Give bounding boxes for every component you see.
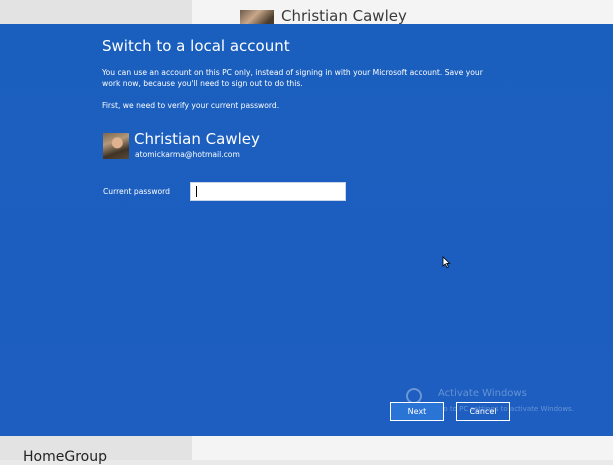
- watermark-title: Activate Windows: [438, 388, 527, 399]
- user-email: atomickarma@hotmail.com: [135, 150, 240, 159]
- user-name: Christian Cawley: [134, 130, 260, 148]
- current-password-label: Current password: [103, 187, 170, 196]
- current-password-field[interactable]: [190, 182, 346, 201]
- background-user-name: Christian Cawley: [281, 7, 407, 25]
- switch-account-dialog: Switch to a local account You can use an…: [0, 24, 613, 436]
- cancel-button[interactable]: Cancel: [456, 402, 510, 421]
- sidebar-item-homegroup[interactable]: HomeGroup: [23, 449, 107, 465]
- dialog-title: Switch to a local account: [102, 37, 290, 55]
- dialog-description: You can use an account on this PC only, …: [102, 68, 483, 88]
- next-button[interactable]: Next: [390, 402, 444, 421]
- avatar: [103, 133, 129, 159]
- text-caret: [196, 186, 197, 197]
- mouse-pointer-icon: [442, 256, 451, 268]
- verify-instruction: First, we need to verify your current pa…: [102, 101, 280, 110]
